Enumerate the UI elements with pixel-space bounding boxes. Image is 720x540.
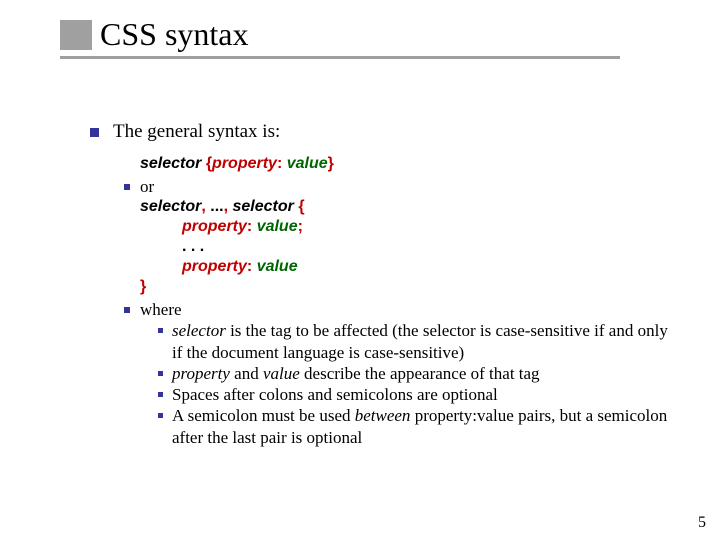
code-block-1-wrap: selector {property: value} [124, 154, 680, 174]
or-text: or [140, 176, 154, 197]
def-3: Spaces after colons and semicolons are o… [158, 384, 680, 405]
code2-line5: } [140, 277, 680, 297]
title-underline [60, 56, 620, 59]
def-2-text: property and value describe the appearan… [172, 363, 540, 384]
def-4-a: A semicolon must be used [172, 406, 355, 425]
def-4: A semicolon must be used between propert… [158, 405, 680, 448]
code2-line4: property: value [182, 257, 680, 277]
where-bullet: where [124, 299, 680, 320]
def-2-and: and [230, 364, 263, 383]
or-bullet: or [124, 176, 680, 197]
def-1-term: selector [172, 321, 226, 340]
code2-line2: property: value; [182, 217, 680, 237]
page-number: 5 [698, 514, 706, 532]
def-1-text: selector is the tag to be affected (the … [172, 320, 680, 363]
def-4-b: between [355, 406, 411, 425]
code2-sel2: selector [233, 198, 294, 215]
code2-dots: ... [210, 198, 223, 215]
bullet-icon [158, 392, 163, 397]
code2-sel1: selector [140, 198, 201, 215]
slide-body: The general syntax is: selector {propert… [90, 120, 680, 448]
slide: CSS syntax The general syntax is: select… [0, 0, 720, 540]
code2-line3: . . . [182, 237, 680, 257]
code2-colon2: : [247, 258, 257, 275]
defs-list: selector is the tag to be affected (the … [124, 320, 680, 448]
slide-title: CSS syntax [100, 16, 248, 53]
code2-colon1: : [247, 218, 257, 235]
def-2-term1: property [172, 364, 230, 383]
bullet-icon [124, 184, 130, 190]
code-selector: selector [140, 155, 201, 172]
def-4-text: A semicolon must be used between propert… [172, 405, 680, 448]
code-lbrace: { [201, 155, 212, 172]
code2-val2: value [257, 258, 298, 275]
code-block-2-wrap: selector, ..., selector { property: valu… [124, 197, 680, 297]
def-1-rest: is the tag to be affected (the selector … [172, 321, 668, 361]
code-line-1: selector {property: value} [140, 154, 680, 174]
title-accent-box [60, 20, 92, 50]
code2-comma2: , [224, 198, 233, 215]
code-rbrace: } [328, 155, 334, 172]
code2-line1: selector, ..., selector { [140, 197, 680, 217]
code-value: value [287, 155, 328, 172]
def-3-text: Spaces after colons and semicolons are o… [172, 384, 498, 405]
def-2: property and value describe the appearan… [158, 363, 680, 384]
code2-prop1: property [182, 218, 247, 235]
code2-prop2: property [182, 258, 247, 275]
bullet-icon [158, 328, 163, 333]
bullet-icon [158, 371, 163, 376]
lead-bullet: The general syntax is: [90, 120, 680, 144]
code2-comma1: , [201, 198, 210, 215]
where-text: where [140, 299, 182, 320]
code-block-2: selector, ..., selector { property: valu… [140, 197, 680, 297]
def-1: selector is the tag to be affected (the … [158, 320, 680, 363]
lead-text: The general syntax is: [113, 120, 280, 144]
code-property: property [212, 155, 277, 172]
code2-semi: ; [298, 218, 303, 235]
code-colon: : [277, 155, 287, 172]
bullet-icon [90, 128, 99, 137]
code2-lbrace: { [294, 198, 305, 215]
def-2-term2: value [263, 364, 300, 383]
def-2-rest: describe the appearance of that tag [300, 364, 540, 383]
code2-val1: value [257, 218, 298, 235]
bullet-icon [158, 413, 163, 418]
bullet-icon [124, 307, 130, 313]
